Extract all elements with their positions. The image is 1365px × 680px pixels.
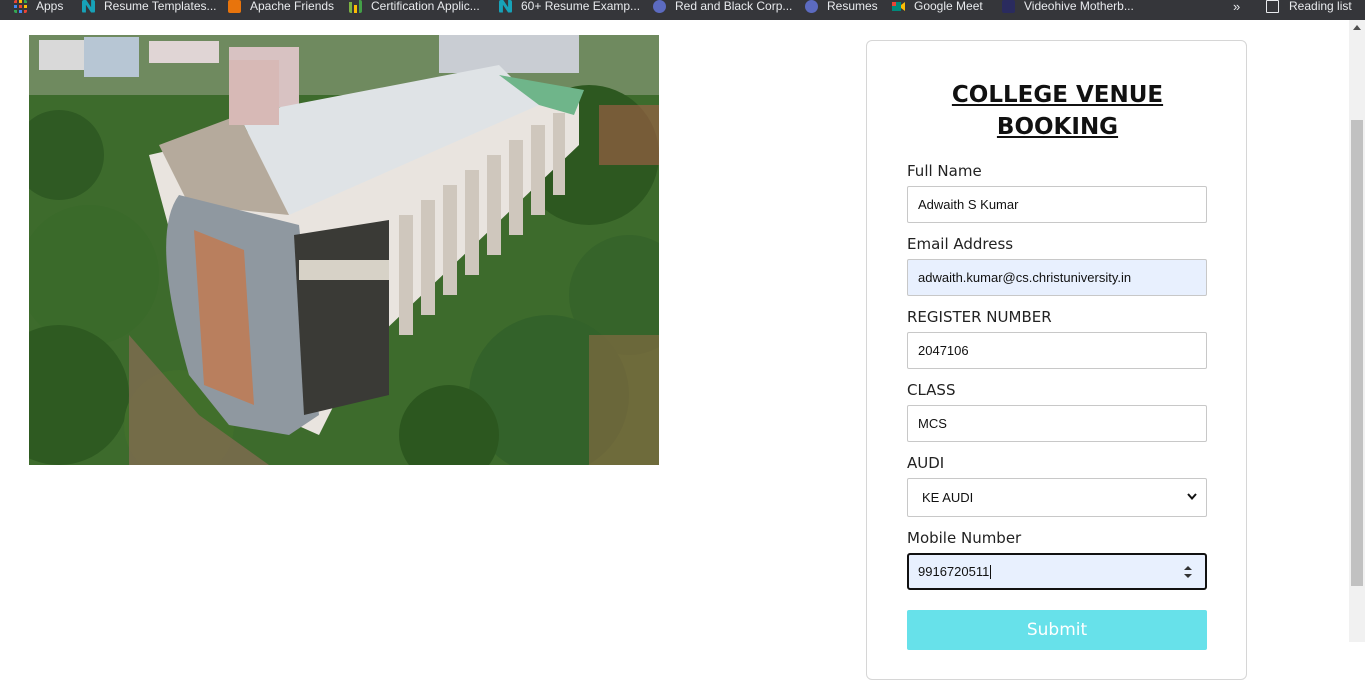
n-logo-icon xyxy=(82,0,95,13)
bar-chart-icon xyxy=(349,0,362,13)
scrollbar-thumb[interactable] xyxy=(1351,120,1363,586)
mobile-number-label: Mobile Number xyxy=(907,529,1022,547)
register-number-value: 2047106 xyxy=(918,343,969,358)
canva-icon xyxy=(805,0,818,13)
register-number-label: REGISTER NUMBER xyxy=(907,308,1052,326)
bookmark-google-meet[interactable]: Google Meet xyxy=(892,0,983,16)
class-label: CLASS xyxy=(907,381,956,399)
bookmark-label: Google Meet xyxy=(914,0,983,13)
scroll-up-arrow-icon[interactable] xyxy=(1353,24,1361,30)
audi-selected-value: KE AUDI xyxy=(922,490,974,505)
full-name-value: Adwaith S Kumar xyxy=(918,197,1019,212)
n-logo-icon xyxy=(499,0,512,13)
bookmarks-bar: Apps Resume Templates... Apache Friends … xyxy=(0,0,1365,20)
mobile-number-value: 9916720511 xyxy=(918,564,990,579)
full-name-input[interactable]: Adwaith S Kumar xyxy=(907,186,1207,223)
bookmark-resume-examples[interactable]: 60+ Resume Examp... xyxy=(499,0,640,16)
class-value: MCS xyxy=(918,416,947,431)
bookmark-apps[interactable]: Apps xyxy=(14,0,63,16)
reading-list-label: Reading list xyxy=(1289,0,1352,13)
bookmark-label: Resumes xyxy=(827,0,878,13)
bookmark-label: Certification Applic... xyxy=(371,0,480,13)
chevron-double-right-icon: » xyxy=(1233,0,1241,14)
page-scrollbar[interactable] xyxy=(1349,20,1365,642)
bookmark-label: Apps xyxy=(36,0,64,13)
title-line: BOOKING xyxy=(996,114,1119,140)
email-input[interactable]: adwaith.kumar@cs.christuniversity.in xyxy=(907,259,1207,296)
audi-select[interactable]: KE AUDI xyxy=(907,478,1207,517)
bookmark-label: Videohive Motherb... xyxy=(1024,0,1134,13)
bookmarks-more-button[interactable]: » xyxy=(1233,0,1240,16)
full-name-label: Full Name xyxy=(907,162,982,180)
chevron-down-icon xyxy=(1187,493,1197,501)
number-spinner-icon[interactable] xyxy=(1183,564,1193,580)
submit-button[interactable]: Submit xyxy=(907,610,1207,650)
title-line: COLLEGE VENUE xyxy=(951,82,1164,108)
bookmark-red-black-corp[interactable]: Red and Black Corp... xyxy=(653,0,792,16)
email-value: adwaith.kumar@cs.christuniversity.in xyxy=(918,270,1132,285)
booking-form-card: COLLEGE VENUE BOOKING Full Name Adwaith … xyxy=(866,40,1247,680)
bookmark-videohive[interactable]: Videohive Motherb... xyxy=(1002,0,1134,16)
ae-icon xyxy=(1002,0,1015,13)
bookmark-resumes[interactable]: Resumes xyxy=(805,0,878,16)
reading-list-icon xyxy=(1266,0,1279,13)
bookmark-apache-friends[interactable]: Apache Friends xyxy=(228,0,334,16)
class-input[interactable]: MCS xyxy=(907,405,1207,442)
audi-label: AUDI xyxy=(907,454,945,472)
register-number-input[interactable]: 2047106 xyxy=(907,332,1207,369)
campus-building-illustration xyxy=(29,35,659,465)
page-title: COLLEGE VENUE BOOKING xyxy=(867,79,1248,143)
canva-icon xyxy=(653,0,666,13)
bookmark-label: Resume Templates... xyxy=(104,0,217,13)
bookmark-label: Apache Friends xyxy=(250,0,335,13)
campus-building-photo xyxy=(29,35,659,465)
bookmark-label: 60+ Resume Examp... xyxy=(521,0,641,13)
email-label: Email Address xyxy=(907,235,1014,253)
bookmark-resume-templates[interactable]: Resume Templates... xyxy=(82,0,217,16)
bookmark-label: Red and Black Corp... xyxy=(675,0,793,13)
google-meet-icon xyxy=(892,1,905,11)
apache-friends-icon xyxy=(228,0,241,13)
bookmark-certification[interactable]: Certification Applic... xyxy=(349,0,480,16)
mobile-number-input[interactable]: 9916720511 xyxy=(907,553,1207,590)
reading-list-button[interactable]: Reading list xyxy=(1266,0,1352,16)
apps-grid-icon xyxy=(14,0,27,13)
text-caret xyxy=(990,564,992,579)
